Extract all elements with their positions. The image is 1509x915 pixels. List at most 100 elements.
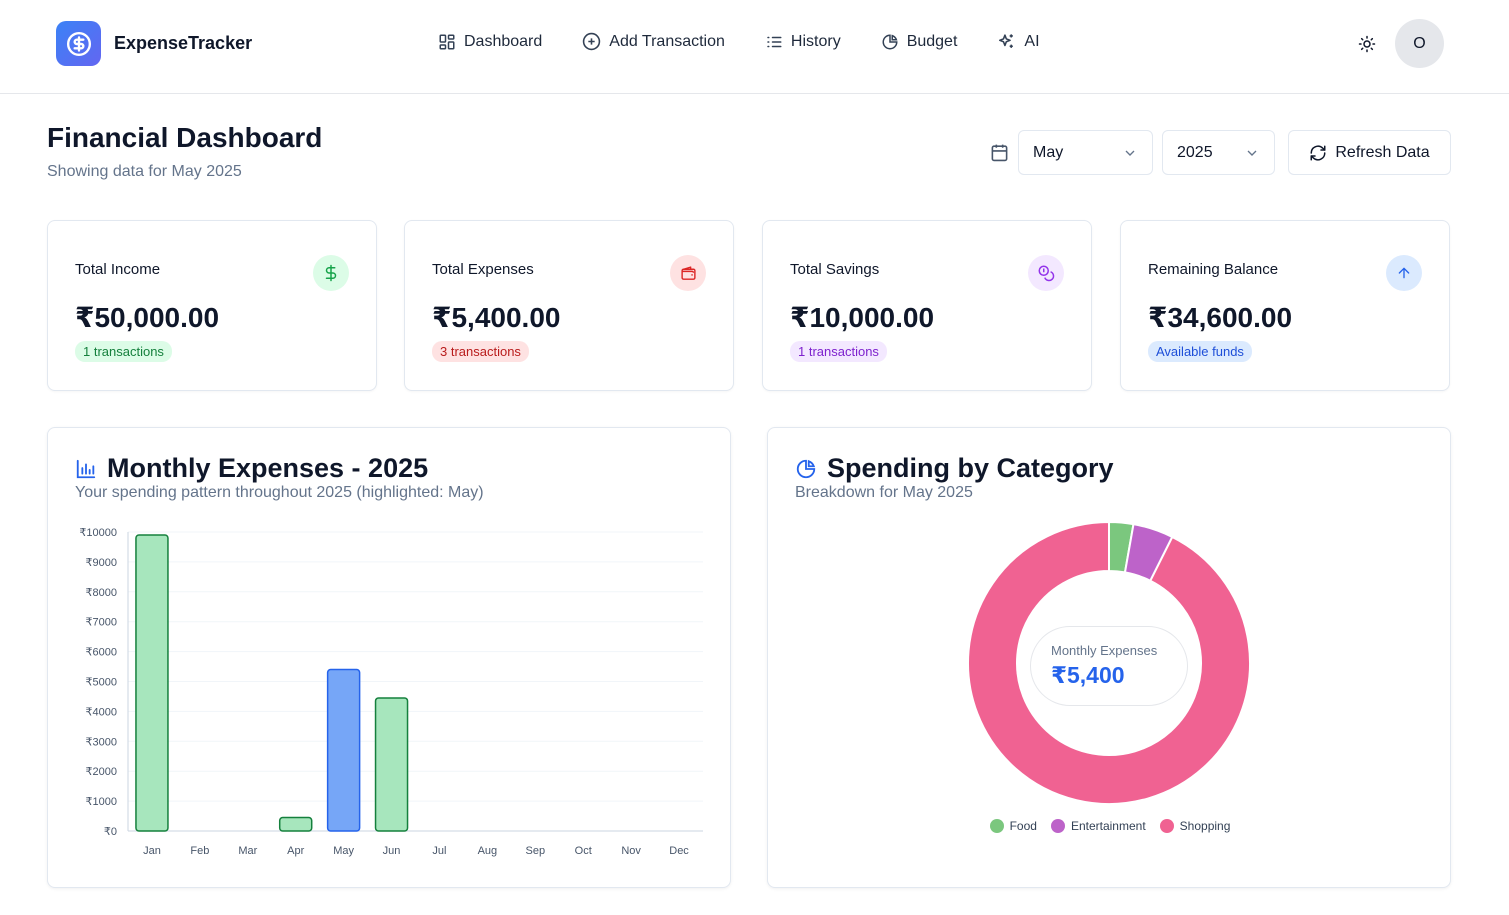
- coins-icon: [1028, 255, 1064, 291]
- bar-panel-title: Monthly Expenses - 2025: [107, 453, 429, 483]
- nav-history-label: History: [790, 32, 841, 50]
- y-tick-label: ₹3000: [86, 736, 117, 748]
- sparkles-icon: [999, 34, 1014, 48]
- y-tick-label: ₹1000: [86, 796, 117, 808]
- y-tick-label: ₹9000: [86, 557, 117, 569]
- year-select[interactable]: 2025: [1162, 130, 1275, 175]
- legend-swatch: [1050, 819, 1065, 833]
- top-navbar: ExpenseTracker Dashboard Add Transaction…: [0, 0, 1509, 94]
- bar-may[interactable]: [326, 668, 361, 832]
- x-tick-label: Feb: [190, 845, 209, 857]
- y-tick-label: ₹0: [104, 826, 117, 838]
- y-tick-label: ₹2000: [86, 766, 117, 778]
- nav-history[interactable]: History: [765, 33, 841, 51]
- x-tick-label: Sep: [526, 845, 546, 857]
- main-nav: Dashboard Add Transaction History Budget…: [438, 32, 1080, 51]
- brand-name[interactable]: ExpenseTracker: [114, 33, 252, 54]
- nav-dashboard[interactable]: Dashboard: [438, 33, 542, 51]
- pie-icon: [882, 33, 898, 49]
- legend-item-entertainment[interactable]: Entertainment: [1050, 819, 1146, 833]
- card-value: ₹34,600.00: [1148, 302, 1293, 333]
- total-savings-card: Total Savings ₹10,000.00 1 transactions: [762, 220, 1092, 391]
- card-label: Total Savings: [790, 261, 880, 278]
- center-label: Monthly Expenses: [1051, 643, 1158, 658]
- y-tick-label: ₹4000: [86, 706, 117, 718]
- user-avatar[interactable]: O: [1395, 19, 1444, 68]
- x-tick-label: Mar: [238, 845, 257, 857]
- month-select[interactable]: May: [1018, 130, 1153, 175]
- dollar-circle-icon: [66, 31, 91, 56]
- legend-item-shopping[interactable]: Shopping: [1159, 819, 1231, 833]
- total-income-card: Total Income ₹50,000.00 1 transactions: [47, 220, 377, 391]
- panel-title: Spending by Category: [795, 453, 1114, 484]
- card-badge: 1 transactions: [790, 341, 887, 362]
- plus-circle-icon: [583, 32, 601, 51]
- nav-budget[interactable]: Budget: [881, 32, 958, 51]
- total-expenses-card: Total Expenses ₹5,400.00 3 transactions: [404, 220, 734, 391]
- card-label: Remaining Balance: [1148, 261, 1279, 278]
- donut-center-summary: Monthly Expenses ₹5,400: [1030, 626, 1188, 706]
- nav-ai[interactable]: AI: [997, 32, 1040, 51]
- page-subtitle: Showing data for May 2025: [47, 163, 242, 180]
- refresh-data-label: Refresh Data: [1335, 143, 1430, 161]
- bar-jan[interactable]: [135, 534, 169, 832]
- arrow-up-icon: [1386, 255, 1422, 291]
- x-tick-label: Aug: [478, 845, 498, 857]
- card-badge: 3 transactions: [432, 341, 529, 362]
- y-tick-label: ₹8000: [86, 587, 117, 599]
- list-icon: [767, 36, 782, 47]
- x-tick-label: Jan: [143, 845, 161, 857]
- x-tick-label: Jul: [432, 845, 446, 857]
- x-tick-label: Jun: [383, 845, 401, 857]
- x-tick-label: Dec: [669, 845, 689, 857]
- bar-jun[interactable]: [374, 697, 409, 832]
- card-label: Total Income: [75, 261, 161, 278]
- legend-item-food[interactable]: Food: [989, 819, 1037, 833]
- card-badge: Available funds: [1148, 341, 1252, 362]
- x-tick-label: Nov: [621, 845, 641, 857]
- logo[interactable]: [56, 21, 101, 66]
- year-select-value: 2025: [1177, 143, 1213, 161]
- y-tick-label: ₹10000: [79, 527, 117, 539]
- theme-toggle-button[interactable]: [1355, 32, 1379, 56]
- month-select-value: May: [1033, 143, 1064, 161]
- legend-label: Food: [1009, 819, 1037, 833]
- card-badge: 1 transactions: [75, 341, 172, 362]
- legend-label: Shopping: [1179, 819, 1231, 833]
- x-tick-label: May: [333, 845, 354, 857]
- dashboard-icon: [439, 34, 455, 49]
- bar-panel-subtitle: Your spending pattern throughout 2025 (h…: [75, 484, 484, 501]
- card-label: Total Expenses: [432, 261, 534, 278]
- sun-icon: [1358, 35, 1376, 53]
- y-tick-label: ₹7000: [86, 617, 117, 629]
- refresh-icon: [1310, 145, 1326, 160]
- y-tick-label: ₹5000: [86, 677, 117, 689]
- legend-swatch: [989, 819, 1004, 833]
- wallet-icon: [670, 255, 706, 291]
- bar-apr[interactable]: [278, 816, 313, 832]
- nav-add-transaction-label: Add Transaction: [609, 32, 725, 50]
- refresh-data-button[interactable]: Refresh Data: [1288, 130, 1451, 175]
- center-value: ₹5,400: [1051, 662, 1125, 688]
- chevron-down-icon: [1247, 150, 1257, 156]
- nav-add-transaction[interactable]: Add Transaction: [582, 32, 725, 51]
- chevron-down-icon: [1125, 150, 1135, 156]
- panel-title: Monthly Expenses - 2025: [75, 453, 428, 484]
- bar-chart-icon: [76, 459, 96, 478]
- nav-budget-label: Budget: [906, 32, 958, 50]
- spending-by-category-panel: Spending by Category Breakdown for May 2…: [767, 427, 1451, 888]
- pie-panel-title: Spending by Category: [827, 453, 1114, 483]
- remaining-balance-card: Remaining Balance ₹34,600.00 Available f…: [1120, 220, 1450, 391]
- card-value: ₹5,400.00: [432, 302, 561, 333]
- card-value: ₹50,000.00: [75, 302, 220, 333]
- pie-panel-subtitle: Breakdown for May 2025: [795, 484, 973, 501]
- card-value: ₹10,000.00: [790, 302, 935, 333]
- dollar-icon: [313, 255, 349, 291]
- nav-dashboard-label: Dashboard: [464, 32, 543, 50]
- nav-ai-label: AI: [1024, 32, 1040, 50]
- pie-chart-icon: [796, 459, 816, 478]
- pie-legend: Food Entertainment Shopping: [768, 819, 1452, 833]
- y-tick-label: ₹6000: [86, 647, 117, 659]
- monthly-expenses-panel: ₹0 ₹1000 ₹2000 ₹3000 ₹4000 ₹5000 ₹6000 ₹7000 ₹80…: [47, 427, 731, 888]
- x-tick-label: Oct: [575, 845, 592, 857]
